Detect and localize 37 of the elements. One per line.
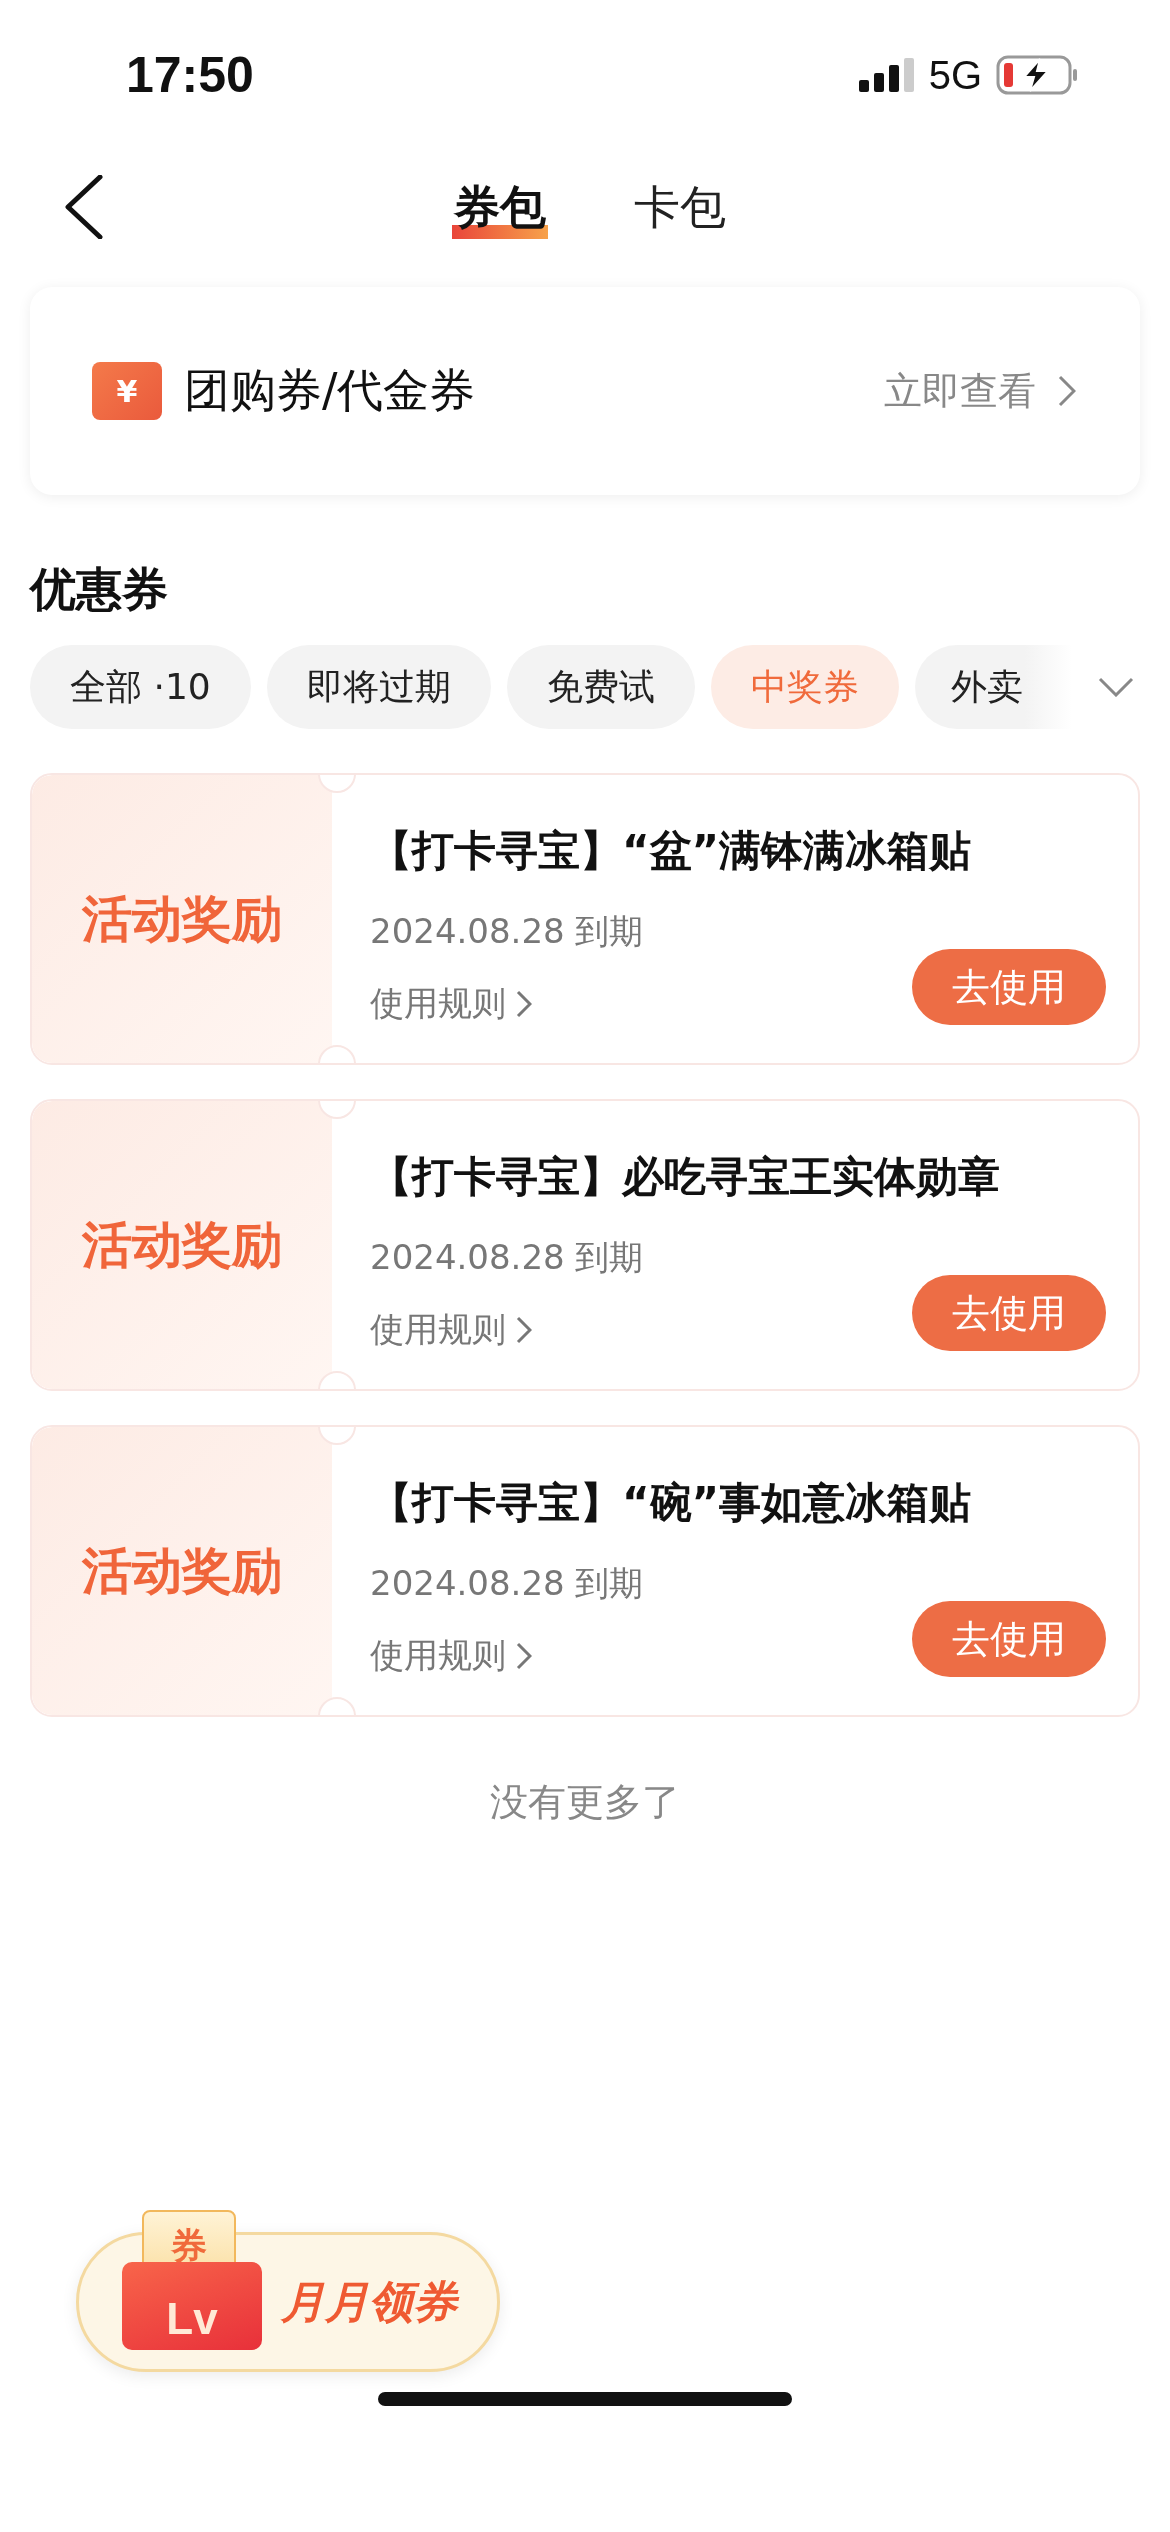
coupon-expiry: 2024.08.28 到期 bbox=[370, 1562, 645, 1605]
use-button[interactable]: 去使用 bbox=[912, 949, 1106, 1025]
coupon-expiry: 2024.08.28 到期 bbox=[370, 1236, 645, 1279]
group-buy-card[interactable]: ¥ 团购券/代金券 立即查看 bbox=[30, 287, 1140, 495]
chevron-right-icon bbox=[516, 1642, 532, 1670]
section-title: 优惠券 bbox=[30, 561, 169, 618]
network-label: 5G bbox=[928, 52, 982, 98]
ticket-icon: ¥ bbox=[92, 362, 162, 420]
filter-chip[interactable]: 即将过期 bbox=[266, 645, 491, 729]
nav-tab[interactable]: 卡包 bbox=[632, 176, 728, 239]
coupon-expiry: 2024.08.28 到期 bbox=[370, 910, 645, 953]
rules-link[interactable]: 使用规则 bbox=[370, 1633, 506, 1679]
chevron-right-icon bbox=[516, 1316, 532, 1344]
filter-chip[interactable]: 全部 ·10 bbox=[30, 645, 251, 729]
coupon-tag: 活动奖励 bbox=[82, 1537, 282, 1605]
chevron-down-icon[interactable] bbox=[1098, 677, 1134, 697]
coupon-title: 【打卡寻宝】“碗”事如意冰箱贴 bbox=[370, 1477, 973, 1529]
filter-chip[interactable]: 中奖券 bbox=[710, 645, 899, 729]
status-time: 17:50 bbox=[126, 46, 254, 104]
rules-link[interactable]: 使用规则 bbox=[370, 1307, 506, 1353]
chevron-right-icon bbox=[516, 990, 532, 1018]
chevron-right-icon bbox=[1058, 375, 1076, 407]
filter-chip[interactable]: 免费试 bbox=[506, 645, 695, 729]
group-buy-title: 团购券/代金券 bbox=[184, 362, 477, 419]
signal-icon bbox=[858, 58, 915, 92]
use-button[interactable]: 去使用 bbox=[912, 1275, 1106, 1351]
coupon-title: 【打卡寻宝】“盆”满钵满冰箱贴 bbox=[370, 825, 973, 877]
coupon-tag: 活动奖励 bbox=[82, 1211, 282, 1279]
use-button[interactable]: 去使用 bbox=[912, 1601, 1106, 1677]
back-icon[interactable] bbox=[64, 175, 104, 239]
rules-link[interactable]: 使用规则 bbox=[370, 981, 506, 1027]
view-now-link[interactable]: 立即查看 bbox=[884, 365, 1036, 417]
end-of-list-note: 没有更多了 bbox=[489, 1779, 681, 1826]
envelope-text: Lv bbox=[166, 2294, 218, 2344]
coupon-title: 【打卡寻宝】必吃寻宝王实体勋章 bbox=[370, 1151, 1001, 1203]
battery-charging-icon bbox=[996, 55, 1078, 95]
coupon-tag: 活动奖励 bbox=[82, 885, 282, 953]
